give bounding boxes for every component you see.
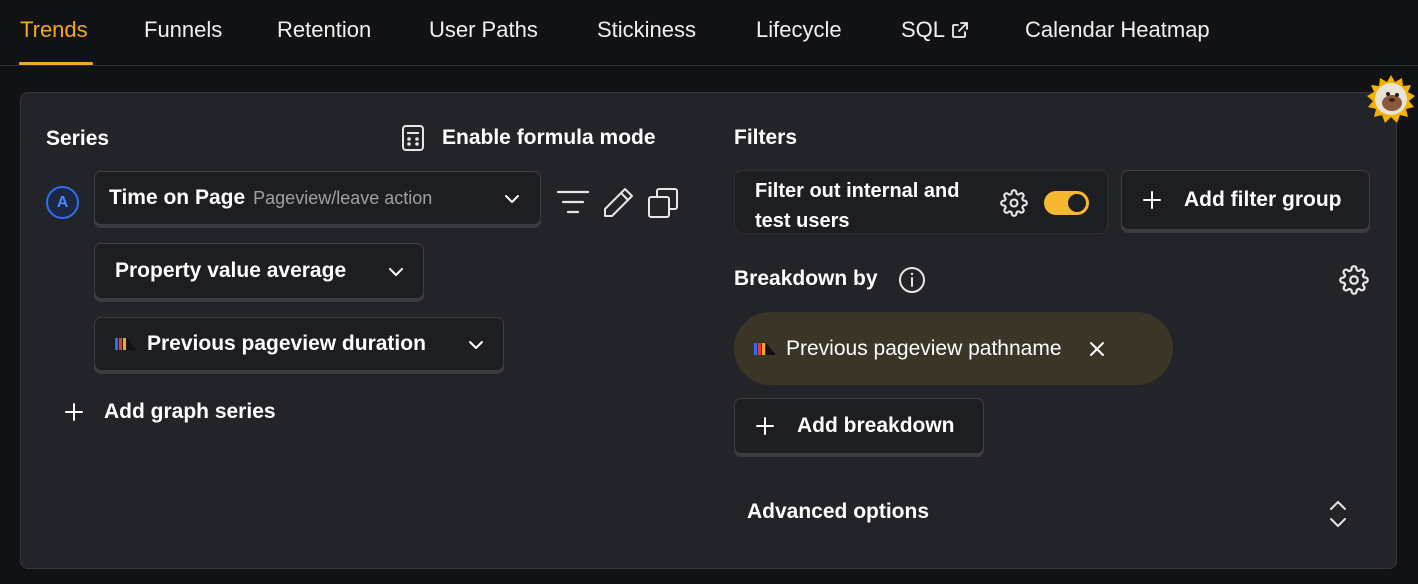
plus-icon: [65, 403, 83, 421]
add-filter-group-button[interactable]: Add filter group: [1121, 170, 1370, 230]
add-graph-series-button[interactable]: Add graph series: [64, 400, 276, 424]
chevron-down-icon: [389, 268, 403, 276]
tab-stickiness[interactable]: Stickiness: [597, 17, 696, 43]
tab-sql-label: SQL: [901, 17, 946, 42]
plus-icon: [756, 417, 774, 435]
tab-sql[interactable]: SQL: [901, 17, 969, 43]
add-breakdown-label: Add breakdown: [797, 414, 955, 437]
filters-title: Filters: [734, 126, 798, 149]
property-type-icon: [754, 342, 776, 355]
external-link-icon: [952, 22, 968, 38]
internal-users-filter: Filter out internal and test users: [734, 170, 1108, 234]
advanced-options-toggle[interactable]: Advanced options: [747, 500, 929, 524]
gear-icon[interactable]: [1000, 189, 1028, 217]
enable-formula-button[interactable]: Enable formula mode: [400, 124, 656, 152]
active-tab-indicator: [19, 62, 93, 65]
tab-calendar-heatmap[interactable]: Calendar Heatmap: [1025, 17, 1210, 43]
add-graph-series-label: Add graph series: [104, 400, 276, 423]
chevron-down-icon: [469, 341, 483, 349]
event-name: Time on Page: [109, 186, 246, 209]
aggregation-label: Property value average: [115, 259, 347, 282]
internal-users-toggle[interactable]: [1044, 191, 1089, 215]
property-label: Previous pageview duration: [147, 332, 426, 355]
plus-icon: [1143, 191, 1161, 209]
close-icon[interactable]: [1088, 340, 1106, 358]
info-icon[interactable]: [898, 266, 926, 294]
breakdown-chip-label: Previous pageview pathname: [786, 336, 1062, 360]
add-filter-group-label: Add filter group: [1184, 188, 1342, 211]
duplicate-icon[interactable]: [647, 187, 679, 219]
avatar[interactable]: [1366, 74, 1416, 124]
breakdown-settings-gear-icon[interactable]: [1339, 265, 1369, 295]
chevron-down-icon: [505, 195, 519, 203]
series-badge: A: [46, 186, 79, 219]
property-type-icon: [115, 338, 136, 350]
tab-retention[interactable]: Retention: [277, 17, 371, 43]
tab-trends[interactable]: Trends: [20, 17, 88, 43]
series-title: Series: [46, 127, 110, 150]
calculator-icon: [402, 125, 424, 151]
enable-formula-label: Enable formula mode: [442, 126, 656, 149]
breakdown-chip[interactable]: Previous pageview pathname: [734, 312, 1173, 385]
tab-user-paths[interactable]: User Paths: [429, 17, 538, 43]
tab-lifecycle[interactable]: Lifecycle: [756, 17, 842, 43]
insight-tabs: Trends Funnels Retention User Paths Stic…: [0, 0, 1418, 66]
filter-icon[interactable]: [556, 187, 590, 219]
breakdown-title: Breakdown by: [734, 267, 878, 290]
add-breakdown-button[interactable]: Add breakdown: [734, 398, 984, 454]
aggregation-selector[interactable]: Property value average: [94, 243, 424, 299]
pencil-icon[interactable]: [601, 186, 635, 220]
toggle-knob: [1068, 194, 1086, 212]
internal-users-filter-label: Filter out internal and test users: [755, 180, 960, 232]
property-selector[interactable]: Previous pageview duration: [94, 317, 504, 371]
event-selector[interactable]: Time on Page Pageview/leave action: [94, 171, 541, 225]
chevron-up-down-icon[interactable]: [1327, 499, 1349, 529]
tab-funnels[interactable]: Funnels: [144, 17, 222, 43]
event-subtitle: Pageview/leave action: [253, 187, 433, 208]
